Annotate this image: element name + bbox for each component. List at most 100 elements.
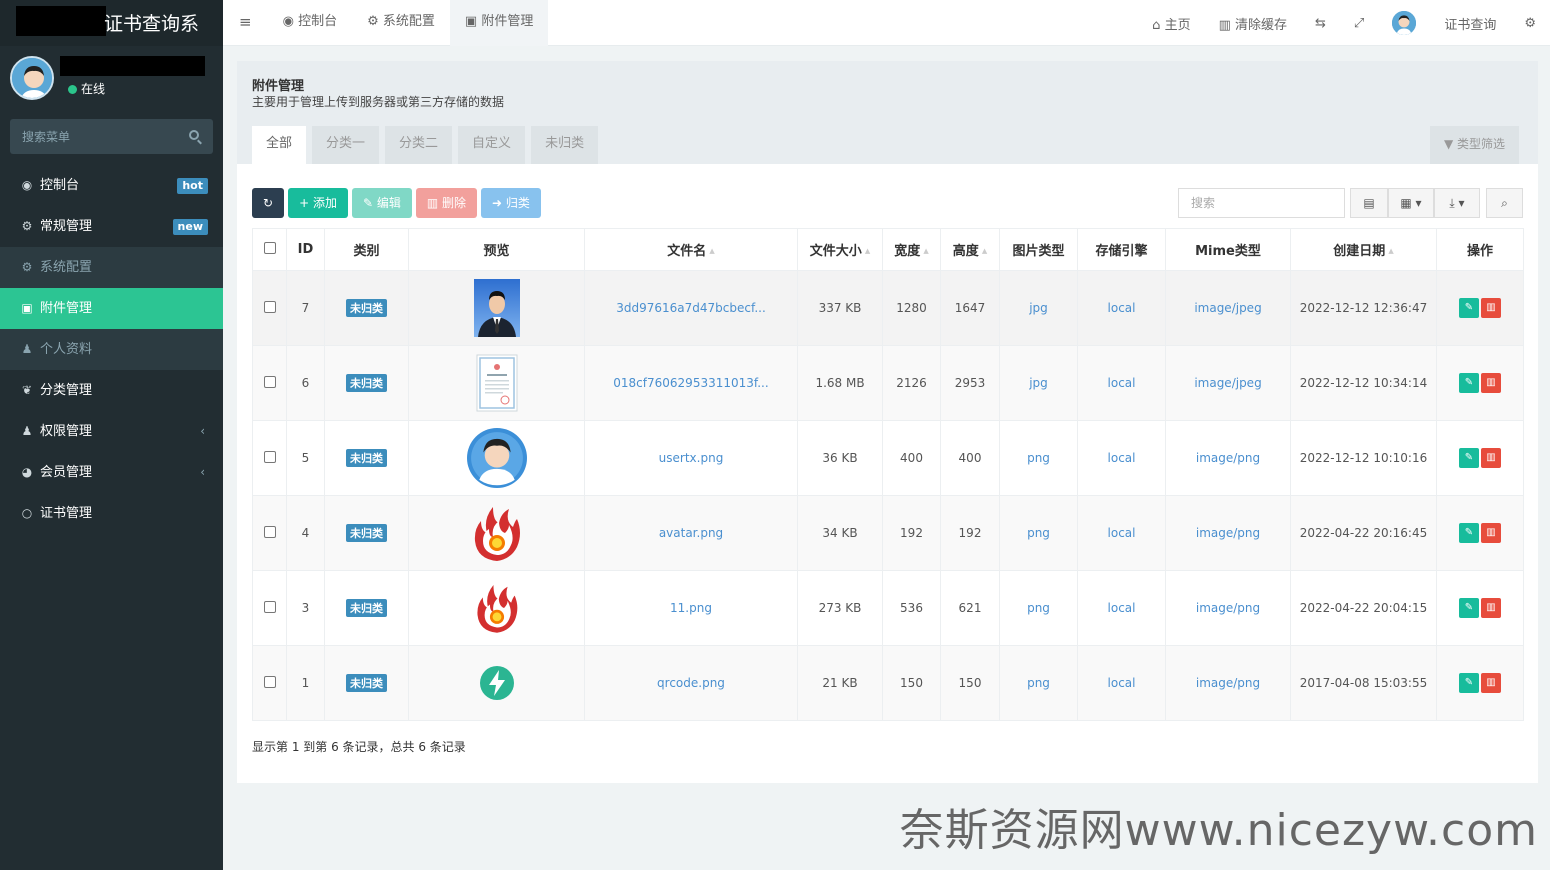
tab-sysconfig[interactable]: ⚙ 系统配置 <box>352 0 450 46</box>
image-type-link[interactable]: jpg <box>1029 376 1048 390</box>
tab-unclassified[interactable]: 未归类 <box>531 126 599 164</box>
refresh-button[interactable]: ↻ <box>252 188 285 218</box>
user-avatar[interactable] <box>10 56 54 100</box>
storage-link[interactable]: local <box>1108 301 1136 315</box>
sidebar-item-profile[interactable]: ♟ 个人资料 <box>0 329 223 370</box>
image-type-link[interactable]: jpg <box>1029 301 1048 315</box>
storage-link[interactable]: local <box>1108 451 1136 465</box>
storage-link[interactable]: local <box>1108 376 1136 390</box>
row-edit-button[interactable]: ✎ <box>1459 673 1479 693</box>
certificate-thumbnail[interactable] <box>476 354 518 412</box>
top-avatar[interactable] <box>1392 11 1417 35</box>
sidebar-item-auth[interactable]: ♟ 权限管理 ‹ <box>0 411 223 452</box>
tab-dashboard[interactable]: ◉ 控制台 <box>268 0 353 46</box>
tab-category-2[interactable]: 分类二 <box>385 126 453 164</box>
col-filesize[interactable]: 文件大小 <box>797 228 883 271</box>
portrait-thumbnail[interactable] <box>473 279 520 337</box>
fullscreen-icon[interactable]: ⤢ <box>1340 16 1378 31</box>
type-filter-button[interactable]: ▼ 类型筛选 <box>1429 126 1519 164</box>
col-mime[interactable]: Mime类型 <box>1165 228 1291 271</box>
image-type-link[interactable]: png <box>1027 451 1050 465</box>
col-width[interactable]: 宽度 <box>882 228 941 271</box>
col-image-type[interactable]: 图片类型 <box>999 228 1078 271</box>
storage-link[interactable]: local <box>1108 526 1136 540</box>
table-row[interactable]: 3 未归类 11.png 273 KB 536 621 png local im… <box>252 570 1524 646</box>
row-delete-button[interactable]: ▥ <box>1481 298 1501 318</box>
sidebar-item-attachments[interactable]: ▣ 附件管理 <box>0 288 223 329</box>
search-icon[interactable] <box>189 130 199 140</box>
mime-link[interactable]: image/png <box>1196 526 1260 540</box>
certificate-query-link[interactable]: 证书查询 <box>1430 14 1510 33</box>
tab-all[interactable]: 全部 <box>252 126 307 164</box>
tab-custom[interactable]: 自定义 <box>458 126 526 164</box>
mime-link[interactable]: image/jpeg <box>1194 301 1261 315</box>
table-row[interactable]: 4 未归类 avatar.png 34 KB 192 192 png local… <box>252 495 1524 571</box>
mime-link[interactable]: image/png <box>1196 451 1260 465</box>
filename-link[interactable]: qrcode.png <box>657 676 725 690</box>
sidebar-item-dashboard[interactable]: ◉ 控制台 hot <box>0 165 223 206</box>
row-delete-button[interactable]: ▥ <box>1481 523 1501 543</box>
select-all-checkbox[interactable] <box>263 241 276 254</box>
row-edit-button[interactable]: ✎ <box>1459 373 1479 393</box>
sidebar-item-members[interactable]: ◕ 会员管理 ‹ <box>0 452 223 493</box>
filename-link[interactable]: 3dd97616a7d47bcbecf... <box>616 301 766 315</box>
edit-button[interactable]: ✎ 编辑 <box>351 188 412 218</box>
col-id[interactable]: ID <box>286 228 325 271</box>
row-checkbox[interactable] <box>263 675 276 688</box>
sidebar-item-certificates[interactable]: ○ 证书管理 <box>0 493 223 534</box>
storage-link[interactable]: local <box>1108 601 1136 615</box>
table-row[interactable]: 7 未归类 3dd97616a7d47bcbecf... 337 KB 1280… <box>252 270 1524 346</box>
flame-thumbnail[interactable] <box>471 503 523 563</box>
table-search-input[interactable] <box>1179 189 1344 217</box>
language-icon[interactable]: ⇆ <box>1301 16 1340 31</box>
tab-category-1[interactable]: 分类一 <box>312 126 380 164</box>
mime-link[interactable]: image/png <box>1196 601 1260 615</box>
row-checkbox[interactable] <box>263 375 276 388</box>
col-created[interactable]: 创建日期 <box>1290 228 1437 271</box>
storage-link[interactable]: local <box>1108 676 1136 690</box>
classify-button[interactable]: ➜ 归类 <box>481 188 541 218</box>
filename-link[interactable]: 018cf76062953311013f... <box>613 376 768 390</box>
col-storage[interactable]: 存储引擎 <box>1077 228 1166 271</box>
row-delete-button[interactable]: ▥ <box>1481 598 1501 618</box>
sidebar-item-sysconfig[interactable]: ⚙ 系统配置 <box>0 247 223 288</box>
row-checkbox[interactable] <box>263 525 276 538</box>
columns-dropdown-icon[interactable]: ▦ ▾ <box>1388 188 1434 218</box>
row-edit-button[interactable]: ✎ <box>1459 448 1479 468</box>
avatar-thumbnail[interactable] <box>466 428 527 488</box>
row-delete-button[interactable]: ▥ <box>1481 373 1501 393</box>
flame-thumbnail[interactable] <box>474 580 520 636</box>
table-row[interactable]: 5 未归类 usertx.png 36 KB 400 400 png local… <box>252 420 1524 496</box>
image-type-link[interactable]: png <box>1027 676 1050 690</box>
sidebar-search-input[interactable] <box>10 119 213 154</box>
delete-button[interactable]: ▥ 删除 <box>415 188 478 218</box>
filename-link[interactable]: usertx.png <box>659 451 724 465</box>
search-toggle-icon[interactable]: ⌕ <box>1486 188 1523 218</box>
settings-gear-icon[interactable]: ⚙ <box>1510 16 1550 31</box>
filename-link[interactable]: avatar.png <box>659 526 723 540</box>
sidebar-item-category[interactable]: ❦ 分类管理 <box>0 370 223 411</box>
image-type-link[interactable]: png <box>1027 601 1050 615</box>
qrcode-bolt-thumbnail[interactable] <box>479 665 515 701</box>
filename-link[interactable]: 11.png <box>670 601 712 615</box>
sidebar-item-general[interactable]: ⚙ 常规管理 new <box>0 206 223 247</box>
tab-attachments[interactable]: ▣ 附件管理 <box>449 0 549 46</box>
export-dropdown-icon[interactable]: ⤓ ▾ <box>1434 188 1480 218</box>
col-category[interactable]: 类别 <box>324 228 409 271</box>
logo[interactable]: 证书查询系 <box>0 0 223 46</box>
row-delete-button[interactable]: ▥ <box>1481 673 1501 693</box>
row-checkbox[interactable] <box>263 450 276 463</box>
row-checkbox[interactable] <box>263 300 276 313</box>
table-row[interactable]: 6 未归类 018cf76062953311013f... 1.68 MB 21… <box>252 345 1524 421</box>
clear-cache-button[interactable]: ▥ 清除缓存 <box>1205 14 1301 33</box>
mime-link[interactable]: image/jpeg <box>1194 376 1261 390</box>
list-view-icon[interactable]: ▤ <box>1350 188 1388 218</box>
row-checkbox[interactable] <box>263 600 276 613</box>
col-height[interactable]: 高度 <box>940 228 1000 271</box>
image-type-link[interactable]: png <box>1027 526 1050 540</box>
row-delete-button[interactable]: ▥ <box>1481 448 1501 468</box>
mime-link[interactable]: image/png <box>1196 676 1260 690</box>
row-edit-button[interactable]: ✎ <box>1459 298 1479 318</box>
home-link[interactable]: ⌂ 主页 <box>1138 14 1204 33</box>
sidebar-toggle-icon[interactable]: ≡ <box>223 0 268 46</box>
